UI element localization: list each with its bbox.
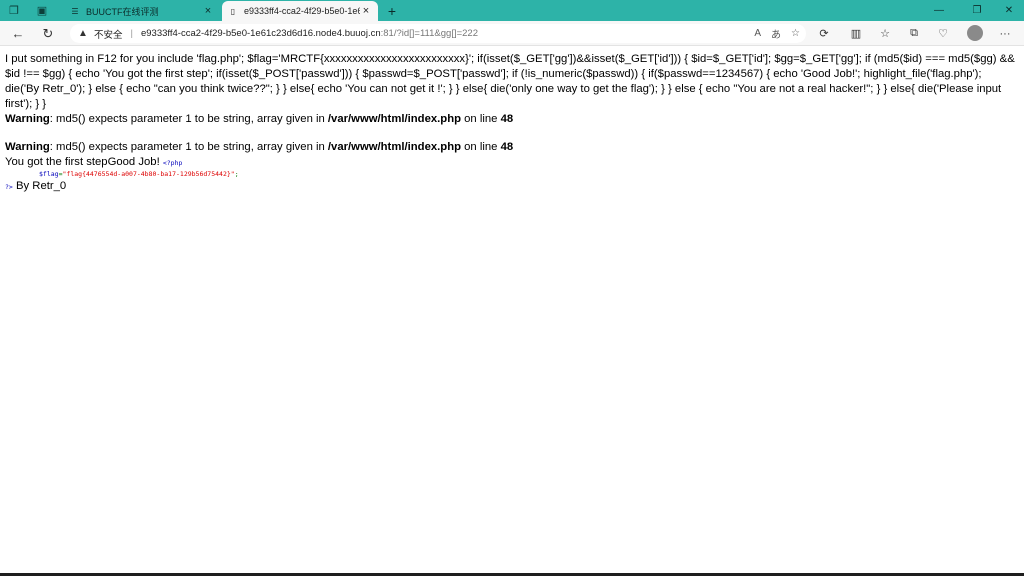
by-text: By Retr_0 [12,180,67,192]
read-aloud-icon[interactable]: A [754,28,761,39]
performance-icon[interactable]: ♡ [932,24,954,43]
tab-current[interactable]: ▯ e9333ff4-cca2-4f29-b5e0-1e61c2 × [222,1,378,21]
tab-title: BUUCTF在线评测 [86,6,159,17]
minimize-icon[interactable]: — [922,0,956,21]
tab-close-icon[interactable]: × [360,5,372,17]
warning-file: /var/www/html/index.php [327,113,461,125]
page-content: I put something in F12 for you include '… [5,52,1017,194]
warning-on-line: on line [461,113,501,125]
flag-variable: $flag [39,170,59,178]
translate-icon[interactable]: あ [771,26,781,41]
php-open-tag: <?php [162,159,183,167]
warning-file: /var/www/html/index.php [327,141,461,153]
security-label[interactable]: 不安全 [94,27,123,41]
profile-avatar[interactable] [967,25,983,41]
result-line: You got the first stepGood Job! <?php [5,155,1017,170]
warning-line-1: Warning: md5() expects parameter 1 to be… [5,112,1017,127]
flag-value: "flag{4476554d-a007-4b80-ba17-129b56d754… [62,170,235,178]
warning-line-number: 48 [500,113,514,125]
result-text: You got the first stepGood Job! [5,156,163,168]
favorites-icon[interactable]: ☆ [874,24,896,43]
buuctf-favicon-icon: ☰ [71,6,79,16]
warning-label: Warning [5,141,50,153]
not-secure-warning-icon[interactable]: ▲ [78,28,90,39]
address-separator: | [130,28,133,39]
warning-message: : md5() expects parameter 1 to be string… [49,113,328,125]
tab-title: e9333ff4-cca2-4f29-b5e0-1e61c2 [244,6,360,16]
tab-buuctf[interactable]: ☰ BUUCTF在线评测 × [64,1,220,21]
url-path: :81/?id[]=111&gg[]=222 [380,28,478,39]
favorite-star-icon[interactable]: ☆ [791,28,800,39]
warning-message: : md5() expects parameter 1 to be string… [49,141,328,153]
new-tab-icon[interactable]: + [384,2,400,20]
window-close-icon[interactable]: ✕ [992,0,1024,21]
url-host: e9333ff4-cca2-4f29-b5e0-1e61c23d6d16.nod… [140,28,381,39]
restore-icon[interactable]: ❐ [960,0,994,21]
back-icon[interactable]: ← [8,24,28,43]
page-favicon-icon: ▯ [230,6,236,16]
reload-icon[interactable]: ↻ [38,24,58,43]
extensions-icon[interactable]: ⟳ [813,24,835,43]
nav-bar: ← ↻ ▲ 不安全 | e9333ff4-cca2-4f29-b5e0-1e61… [0,21,1024,46]
split-screen-icon[interactable]: ▥ [845,24,867,43]
warning-line-number: 48 [500,141,514,153]
address-actions: A あ ☆ [754,24,800,43]
address-bar[interactable]: ▲ 不安全 | e9333ff4-cca2-4f29-b5e0-1e61c23d… [70,24,806,43]
warning-line-2: Warning: md5() expects parameter 1 to be… [5,140,1017,155]
tab-close-icon[interactable]: × [202,5,214,17]
workspaces-icon[interactable]: ❐ [0,0,28,21]
more-menu-icon[interactable]: ··· [994,24,1016,43]
php-close-tag: ?> [5,183,13,191]
warning-on-line: on line [461,141,501,153]
by-line: ?> By Retr_0 [5,179,1017,194]
source-text: I put something in F12 for you include '… [5,53,1015,110]
flag-code-line: $flag="flag{4476554d-a007-4b80-ba17-129b… [5,170,1017,179]
warning-label: Warning [5,113,50,125]
tab-actions-icon[interactable]: ▣ [28,0,56,21]
statement-end: ; [234,170,239,178]
collections-icon[interactable]: ⧉ [903,24,925,43]
